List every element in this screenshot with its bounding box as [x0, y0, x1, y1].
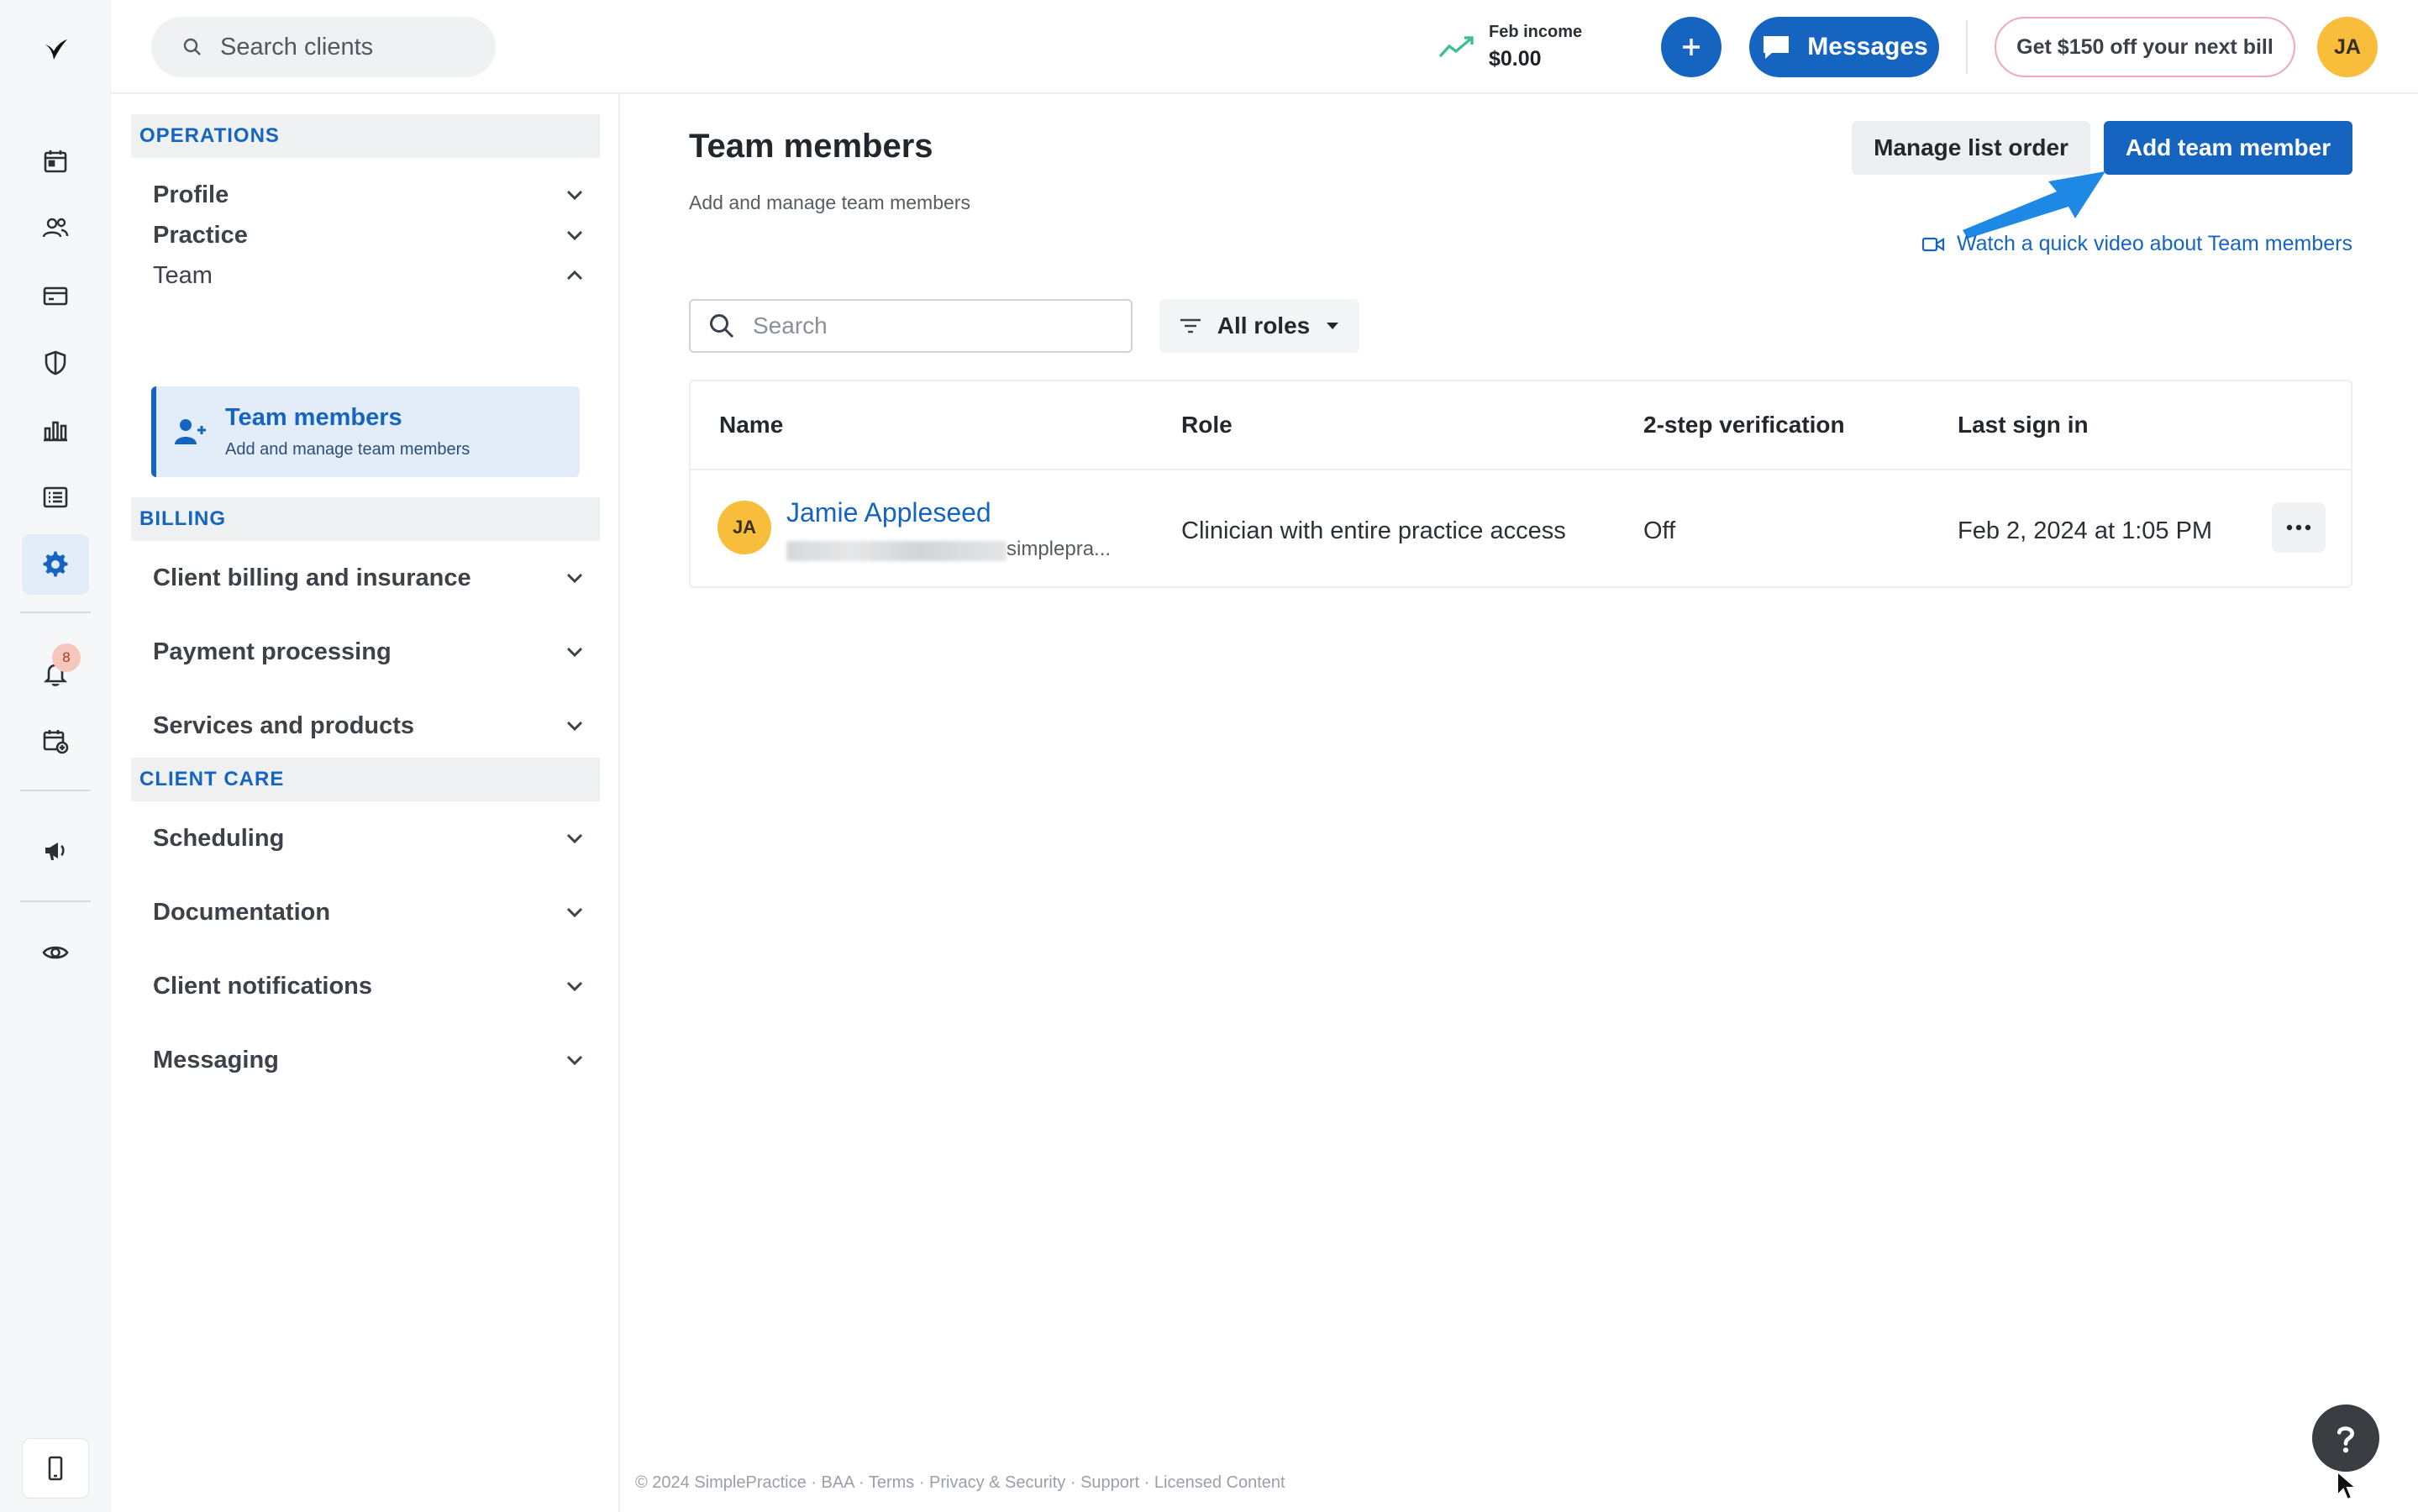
notification-badge: 8: [52, 643, 81, 672]
income-value: $0.00: [1489, 47, 1542, 71]
add-team-member-button[interactable]: Add team member: [2104, 121, 2352, 175]
footer-links: © 2024 SimplePractice · BAA · Terms · Pr…: [635, 1473, 1285, 1492]
chevron-down-icon: [566, 721, 583, 732]
member-two-step-status: Off: [1643, 517, 1676, 544]
billing-card-icon[interactable]: [22, 265, 89, 326]
chevron-down-icon: [566, 573, 583, 584]
megaphone-icon[interactable]: [22, 820, 89, 880]
nav-messaging[interactable]: Messaging: [131, 1023, 600, 1097]
mouse-cursor-icon: [2337, 1470, 2358, 1501]
rail-divider: [20, 612, 91, 613]
messages-label: Messages: [1807, 33, 1928, 60]
user-avatar[interactable]: JA: [2317, 17, 2378, 77]
member-search-input[interactable]: Search: [689, 299, 1133, 353]
trend-up-icon: [1438, 36, 1474, 58]
analytics-icon[interactable]: [22, 400, 89, 460]
shield-icon[interactable]: [22, 333, 89, 393]
video-camera-icon: [1921, 237, 1945, 251]
chevron-down-icon: [566, 907, 583, 918]
messages-button[interactable]: Messages: [1749, 17, 1939, 77]
column-header-name[interactable]: Name: [719, 412, 783, 438]
watch-video-label: Watch a quick video about Team members: [1956, 232, 2352, 255]
chevron-down-icon: [566, 833, 583, 844]
page-subtitle: Add and manage team members: [689, 192, 970, 213]
team-members-table: Name Role 2-step verification Last sign …: [689, 380, 2352, 588]
roles-filter-label: All roles: [1217, 312, 1311, 339]
nav-team-members-title: Team members: [225, 404, 402, 431]
rail-divider: [20, 790, 91, 791]
nav-team[interactable]: Team: [131, 239, 600, 312]
help-button[interactable]: [2312, 1404, 2379, 1472]
calendar-icon[interactable]: [22, 131, 89, 192]
caret-down-icon: [1327, 323, 1339, 329]
search-clients-input[interactable]: Search clients: [151, 17, 496, 77]
clients-icon[interactable]: [22, 198, 89, 259]
add-user-icon: [175, 419, 206, 444]
page-title: Team members: [689, 128, 933, 165]
annotation-arrow-icon: [1963, 171, 2105, 239]
top-bar: Search clients Feb income $0.00 Messages…: [111, 0, 2418, 94]
nav-client-notifications-label: Client notifications: [153, 972, 372, 1000]
promo-button[interactable]: Get $150 off your next bill: [1995, 17, 2295, 77]
member-avatar: JA: [718, 501, 771, 554]
rail-divider: [20, 900, 91, 902]
section-billing: BILLING: [131, 497, 600, 541]
nav-team-label: Team: [153, 261, 213, 289]
chevron-down-icon: [566, 1055, 583, 1066]
watch-video-link[interactable]: Watch a quick video about Team members: [1921, 232, 2352, 256]
list-icon[interactable]: [22, 467, 89, 528]
eye-icon[interactable]: [22, 922, 89, 983]
member-role: Clinician with entire practice access: [1181, 517, 1566, 544]
settings-gear-icon[interactable]: [22, 534, 89, 595]
mobile-icon: [48, 1456, 63, 1481]
nav-documentation[interactable]: Documentation: [131, 875, 600, 949]
member-name-link[interactable]: Jamie Appleseed: [786, 497, 991, 528]
nav-scheduling-label: Scheduling: [153, 824, 285, 852]
filter-icon: [1180, 318, 1201, 333]
create-new-button[interactable]: [1661, 17, 1722, 77]
mobile-app-button[interactable]: [22, 1438, 89, 1499]
nav-payment-processing-label: Payment processing: [153, 638, 392, 665]
redacted-email: [786, 541, 1007, 561]
calendar-add-icon[interactable]: [22, 711, 89, 771]
logo-icon[interactable]: [22, 20, 89, 81]
member-email: simplepra...: [1007, 538, 1112, 560]
settings-sidebar: OPERATIONS Profile Practice Team Team me…: [111, 94, 620, 1512]
column-header-role[interactable]: Role: [1181, 412, 1233, 438]
nav-documentation-label: Documentation: [153, 898, 331, 926]
column-header-two-step[interactable]: 2-step verification: [1643, 412, 1845, 438]
nav-services-products-label: Services and products: [153, 711, 415, 739]
icon-rail: 8: [0, 0, 111, 1512]
table-divider: [691, 469, 2351, 470]
income-label: Feb income: [1489, 23, 1583, 41]
member-last-sign-in: Feb 2, 2024 at 1:05 PM: [1958, 517, 2213, 544]
nav-client-billing-label: Client billing and insurance: [153, 564, 471, 591]
nav-messaging-label: Messaging: [153, 1046, 279, 1074]
chat-bubble-icon: [1764, 36, 1790, 59]
more-horizontal-icon: [2286, 524, 2311, 531]
section-operations: OPERATIONS: [131, 114, 600, 158]
column-header-last-sign-in[interactable]: Last sign in: [1958, 412, 2089, 438]
question-mark-icon: [2337, 1426, 2355, 1453]
nav-client-billing[interactable]: Client billing and insurance: [131, 541, 600, 615]
section-client-care: CLIENT CARE: [131, 758, 600, 801]
chevron-down-icon: [566, 647, 583, 658]
nav-scheduling[interactable]: Scheduling: [131, 801, 600, 875]
search-clients-placeholder: Search clients: [220, 33, 374, 60]
chevron-up-icon: [566, 270, 583, 281]
member-search-placeholder: Search: [753, 312, 828, 339]
nav-team-members[interactable]: Team members Add and manage team members: [151, 386, 580, 477]
plus-icon: [1683, 39, 1700, 55]
chevron-down-icon: [566, 981, 583, 992]
nav-payment-processing[interactable]: Payment processing: [131, 615, 600, 689]
income-summary[interactable]: Feb income $0.00: [1438, 18, 1582, 76]
roles-filter-dropdown[interactable]: All roles: [1159, 299, 1359, 353]
nav-team-members-subtitle: Add and manage team members: [225, 440, 470, 459]
search-icon: [710, 314, 734, 339]
topbar-divider: [1966, 20, 1968, 74]
search-icon: [183, 38, 201, 55]
row-actions-button[interactable]: [2272, 502, 2326, 553]
nav-client-notifications[interactable]: Client notifications: [131, 949, 600, 1023]
nav-services-products[interactable]: Services and products: [131, 689, 600, 763]
